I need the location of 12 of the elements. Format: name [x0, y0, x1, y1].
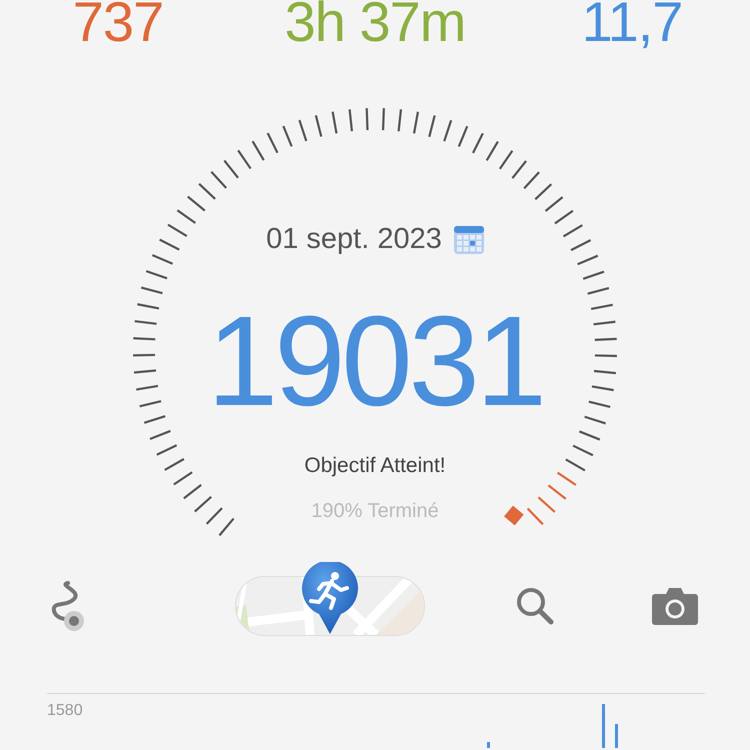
stat-value: 3h 37m: [284, 0, 466, 52]
camera-icon[interactable]: [652, 587, 698, 625]
chart-max-label: 1580: [47, 701, 83, 720]
runner-pin-icon: [301, 562, 359, 636]
date-label[interactable]: 01 sept. 2023: [266, 223, 442, 256]
stat-value: 11,7: [582, 0, 682, 52]
step-count: 19031: [207, 298, 543, 426]
stat-value: 737: [72, 0, 164, 52]
calendar-icon[interactable]: [454, 226, 484, 254]
progress-label: 190% Terminé: [311, 500, 439, 523]
search-icon[interactable]: [515, 586, 555, 626]
goal-status: Objectif Atteint!: [304, 454, 446, 478]
